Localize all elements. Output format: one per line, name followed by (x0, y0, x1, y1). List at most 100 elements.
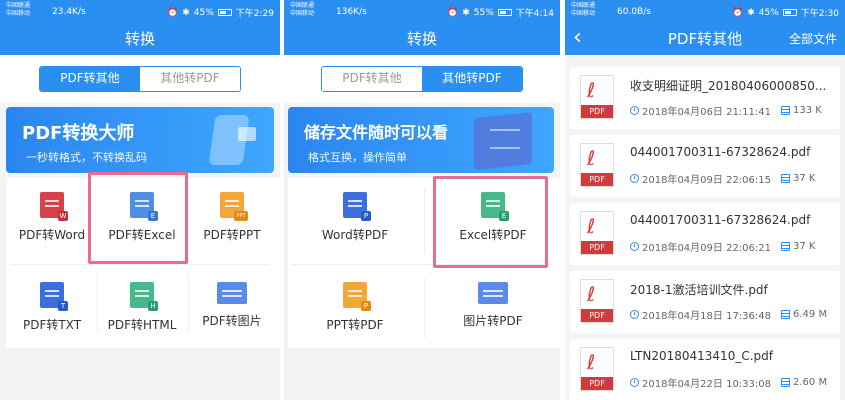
page-title: PDF转其他 (667, 30, 743, 48)
pdf-file-icon: ℓ PDF (580, 347, 614, 391)
tool-label: Word转PDF (321, 228, 389, 242)
size-icon (781, 378, 790, 387)
promo-banner[interactable]: PDF转换大师 一秒转格式，不转换乱码 (6, 107, 274, 173)
status-bar: 中国联通 中国移动 23.4K/s ⏰ ✱ 45% 下午2:29 (0, 0, 280, 25)
bluetooth-icon: ✱ (747, 7, 755, 18)
tool-pdf-to-ppt[interactable]: PPT PDF转PPT (188, 192, 276, 243)
battery-percent: 55% (473, 7, 494, 18)
tool-image-to-pdf[interactable]: 图片转PDF (426, 282, 560, 329)
tool-label: PDF转Word (18, 228, 86, 242)
banner-subtitle: 一秒转格式，不转换乱码 (26, 151, 147, 164)
alarm-icon: ⏰ (447, 7, 459, 18)
page-title: 转换 (0, 25, 280, 55)
tab-other-to-pdf[interactable]: 其他转PDF (422, 67, 522, 91)
tool-pdf-to-txt[interactable]: T PDF转TXT (8, 282, 96, 333)
clock-icon (630, 378, 639, 387)
carrier-label: 中国联通 中国移动 (290, 2, 315, 17)
battery-icon (497, 9, 512, 16)
tool-label: PDF转TXT (22, 318, 82, 332)
back-arrow-icon[interactable]: ‹ (573, 25, 582, 51)
banner-title: 储存文件随时可以看 (304, 123, 449, 142)
alarm-icon: ⏰ (732, 7, 744, 18)
file-name: 2018-1激活培训文件.pdf (630, 283, 768, 297)
promo-banner[interactable]: 储存文件随时可以看 格式互换，操作简单 (288, 107, 554, 173)
file-size: 37 K (793, 241, 816, 252)
tool-word-to-pdf[interactable]: P Word转PDF (288, 192, 422, 243)
tool-label: PDF转PPT (203, 228, 261, 242)
banner-title: PDF转换大师 (22, 123, 135, 144)
list-item[interactable]: ℓ PDF LTN20180413410_C.pdf 2018年04月22日 10… (570, 339, 840, 400)
screen-file-list: 中国联通 中国移动 60.0B/s ⏰ ✱ 45% 下午2:30 ‹ PDF转其他… (565, 0, 845, 400)
file-name: 044001700311-67328624.pdf (630, 213, 811, 227)
txt-icon: T (40, 282, 68, 311)
clock-icon (630, 106, 639, 115)
size-icon (781, 106, 790, 115)
list-item[interactable]: ℓ PDF 044001700311-67328624.pdf 2018年04月0… (570, 135, 840, 197)
tab-other-to-pdf[interactable]: 其他转PDF (140, 67, 240, 91)
highlight-frame (433, 176, 548, 268)
all-files-link[interactable]: 全部文件 (789, 25, 837, 53)
banner-subtitle: 格式互换，操作简单 (308, 151, 407, 164)
file-size: 37 K (793, 173, 816, 184)
battery-icon (782, 9, 797, 16)
word-icon: P (343, 192, 371, 221)
file-list: ℓ PDF 收支明细证明_20180406000850... 2018年04月06… (570, 67, 840, 400)
file-name: LTN20180413410_C.pdf (630, 349, 773, 363)
tab-pdf-to-other[interactable]: PDF转其他 (322, 67, 422, 91)
size-icon (781, 310, 790, 319)
network-speed: 136K/s (336, 7, 367, 17)
file-name: 044001700311-67328624.pdf (630, 145, 811, 159)
tab-pdf-to-other[interactable]: PDF转其他 (40, 67, 140, 91)
list-item[interactable]: ℓ PDF 收支明细证明_20180406000850... 2018年04月06… (570, 67, 840, 129)
clock-icon (630, 310, 639, 319)
tool-pdf-to-html[interactable]: H PDF转HTML (98, 282, 186, 333)
carrier-label: 中国联通 中国移动 (571, 2, 596, 17)
file-size: 2.60 M (793, 377, 828, 388)
pdf-file-icon: ℓ PDF (580, 279, 614, 323)
file-size: 6.49 M (793, 309, 828, 320)
ppt-icon: P (343, 282, 371, 311)
screen-pdf-to-other: 中国联通 中国移动 23.4K/s ⏰ ✱ 45% 下午2:29 转换 PDF转其… (0, 0, 280, 400)
battery-percent: 45% (758, 7, 779, 18)
file-size: 133 K (793, 105, 822, 116)
bluetooth-icon: ✱ (462, 7, 470, 18)
screen-other-to-pdf: 中国联通 中国移动 136K/s ⏰ ✱ 55% 下午4:14 转换 PDF转其他… (284, 0, 560, 400)
status-bar: 中国联通 中国移动 60.0B/s ⏰ ✱ 45% 下午2:30 (565, 0, 845, 25)
clock-icon (630, 174, 639, 183)
ppt-icon: PPT (220, 192, 248, 221)
highlight-frame (88, 172, 188, 264)
list-item[interactable]: ℓ PDF 044001700311-67328624.pdf 2018年04月0… (570, 203, 840, 265)
network-speed: 23.4K/s (52, 7, 86, 17)
clock-time: 下午2:30 (800, 9, 839, 19)
tool-label: PDF转HTML (107, 318, 177, 332)
file-date: 2018年04月06日 21:11:41 (642, 107, 771, 118)
tool-pdf-to-word[interactable]: W PDF转Word (8, 192, 96, 243)
size-icon (781, 174, 790, 183)
tab-switch: PDF转其他 其他转PDF (321, 66, 523, 92)
clock-time: 下午4:14 (515, 9, 554, 19)
page-title: 转换 (284, 25, 560, 55)
bluetooth-icon: ✱ (182, 7, 190, 18)
file-date: 2018年04月09日 22:06:21 (642, 243, 771, 254)
file-name: 收支明细证明_20180406000850... (630, 79, 827, 93)
html-icon: H (130, 282, 158, 311)
battery-percent: 45% (193, 7, 214, 18)
pdf-file-icon: ℓ PDF (580, 211, 614, 255)
tool-label: PDF转图片 (202, 314, 262, 328)
alarm-icon: ⏰ (167, 7, 179, 18)
file-date: 2018年04月22日 10:33:08 (642, 379, 771, 390)
tool-label: PPT转PDF (326, 318, 384, 332)
list-item[interactable]: ℓ PDF 2018-1激活培训文件.pdf 2018年04月18日 17:36:… (570, 271, 840, 333)
tool-ppt-to-pdf[interactable]: P PPT转PDF (288, 282, 422, 333)
clock-icon (630, 242, 639, 251)
pdf-file-icon: ℓ PDF (580, 75, 614, 119)
carrier-label: 中国联通 中国移动 (6, 2, 31, 17)
word-icon: W (40, 192, 68, 221)
tool-pdf-to-image[interactable]: PDF转图片 (188, 282, 276, 329)
status-bar: 中国联通 中国移动 136K/s ⏰ ✱ 55% 下午4:14 (284, 0, 560, 25)
image-icon (478, 282, 508, 304)
tool-label: 图片转PDF (463, 314, 523, 328)
tab-switch: PDF转其他 其他转PDF (39, 66, 241, 92)
file-date: 2018年04月09日 22:06:15 (642, 175, 771, 186)
pdf-file-icon: ℓ PDF (580, 143, 614, 187)
